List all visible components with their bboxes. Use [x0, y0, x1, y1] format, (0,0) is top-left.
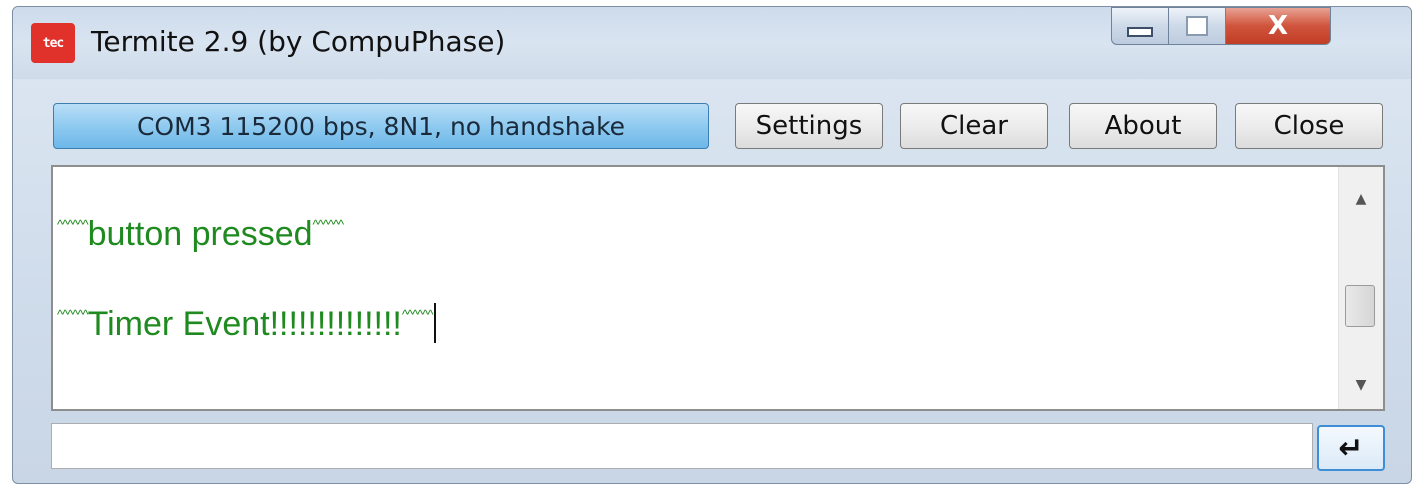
close-icon: X — [1267, 11, 1289, 41]
termite-app-icon[interactable]: tec — [31, 23, 75, 63]
title-bar[interactable]: tec Termite 2.9 (by CompuPhase) X — [13, 7, 1411, 79]
send-button[interactable]: ↵ — [1317, 425, 1385, 471]
about-button[interactable]: About — [1069, 103, 1217, 149]
settings-button[interactable]: Settings — [735, 103, 883, 149]
clear-button[interactable]: Clear — [900, 103, 1048, 149]
minimize-icon — [1127, 27, 1153, 37]
app-window: tec Termite 2.9 (by CompuPhase) X COM3 1… — [12, 6, 1412, 484]
terminal-line: ^^^^^^Timer Event!!!!!!!!!!!!!!^^^^^^ — [57, 303, 437, 344]
window-close-button[interactable]: X — [1225, 7, 1331, 45]
maximize-icon — [1186, 16, 1208, 36]
line-prefix: ^^^^^^ — [57, 307, 89, 322]
app-icon-text: tec — [42, 35, 65, 51]
close-button[interactable]: Close — [1235, 103, 1383, 149]
line-suffix: ^^^^^^ — [312, 217, 345, 232]
text-cursor — [434, 303, 437, 343]
terminal-output[interactable]: ^^^^^^button pressed^^^^^^ ^^^^^^Timer E… — [51, 165, 1385, 411]
line-prefix: ^^^^^^ — [57, 217, 89, 232]
scroll-down-arrow-icon[interactable]: ▼ — [1339, 365, 1383, 405]
maximize-button[interactable] — [1168, 7, 1226, 45]
enter-icon: ↵ — [1338, 430, 1364, 466]
window-title: Termite 2.9 (by CompuPhase) — [91, 25, 506, 58]
send-text-input[interactable] — [51, 423, 1313, 469]
connection-status-label: COM3 115200 bps, 8N1, no handshake — [136, 111, 626, 141]
line-text: button pressed — [87, 215, 313, 253]
line-suffix: ^^^^^^ — [401, 307, 434, 322]
minimize-button[interactable] — [1111, 7, 1169, 45]
terminal-line: ^^^^^^button pressed^^^^^^ — [57, 215, 345, 254]
scrollbar-thumb[interactable] — [1345, 285, 1375, 327]
scroll-up-arrow-icon[interactable]: ▲ — [1339, 179, 1383, 219]
connection-status-button[interactable]: COM3 115200 bps, 8N1, no handshake — [53, 103, 709, 149]
vertical-scrollbar[interactable]: ▲ ▼ — [1338, 167, 1383, 409]
line-text: Timer Event!!!!!!!!!!!!!! — [87, 305, 402, 343]
